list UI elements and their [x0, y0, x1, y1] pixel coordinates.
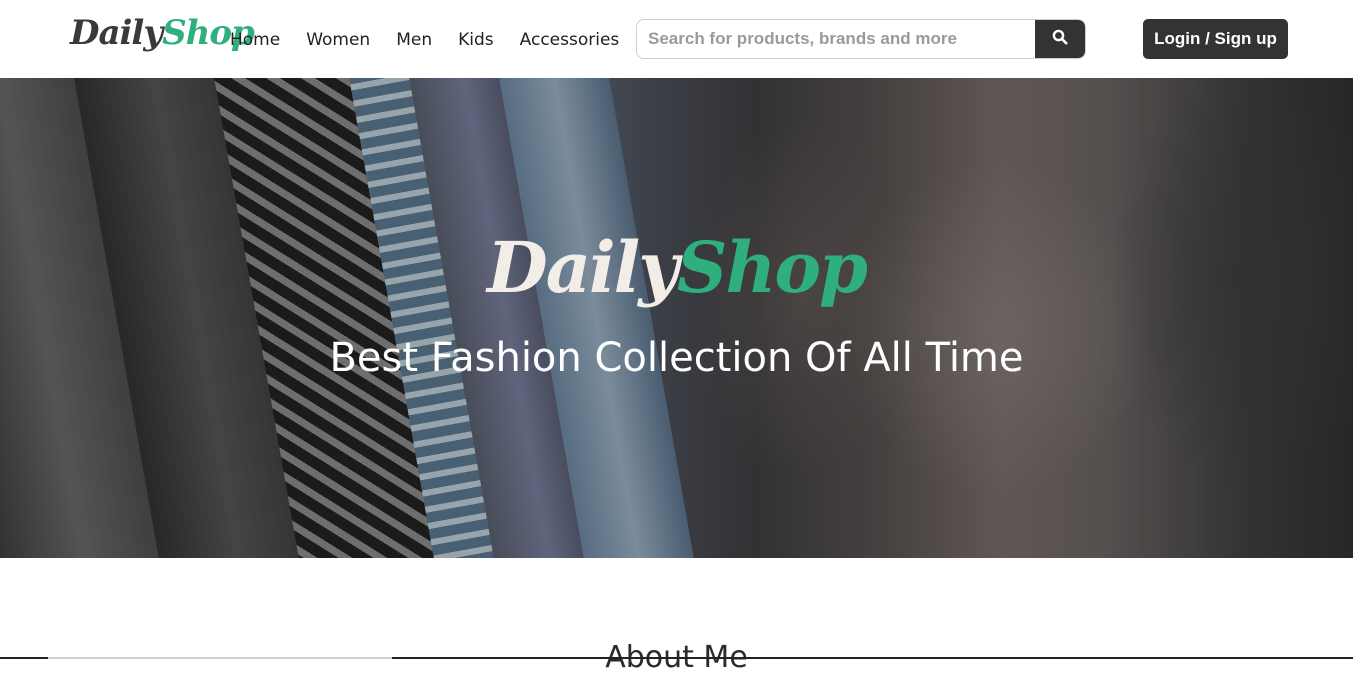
nav-kids[interactable]: Kids	[458, 28, 494, 52]
hero-logo-part1: Daily	[486, 226, 679, 309]
main-nav: Home Women Men Kids Accessories	[230, 28, 645, 52]
nav-women[interactable]: Women	[306, 28, 370, 52]
search-input[interactable]	[637, 20, 1035, 58]
search-bar	[636, 19, 1086, 59]
hero-banner: DailyShop Best Fashion Collection Of All…	[0, 78, 1353, 558]
hero-logo-part2: Shop	[676, 226, 868, 309]
nav-men[interactable]: Men	[396, 28, 432, 52]
brand-logo-part1: Daily	[70, 13, 163, 53]
site-header: DailyShop Home Women Men Kids Accessorie…	[0, 0, 1353, 78]
brand-logo[interactable]: DailyShop	[70, 10, 255, 56]
hero-overlay	[0, 78, 1353, 558]
search-icon	[1052, 29, 1068, 50]
hero-logo: DailyShop	[0, 218, 1353, 318]
nav-home[interactable]: Home	[230, 28, 280, 52]
hero-tagline: Best Fashion Collection Of All Time	[329, 335, 1024, 381]
search-button[interactable]	[1035, 20, 1085, 58]
nav-accessories[interactable]: Accessories	[520, 28, 620, 52]
login-signup-button[interactable]: Login / Sign up	[1143, 19, 1288, 59]
